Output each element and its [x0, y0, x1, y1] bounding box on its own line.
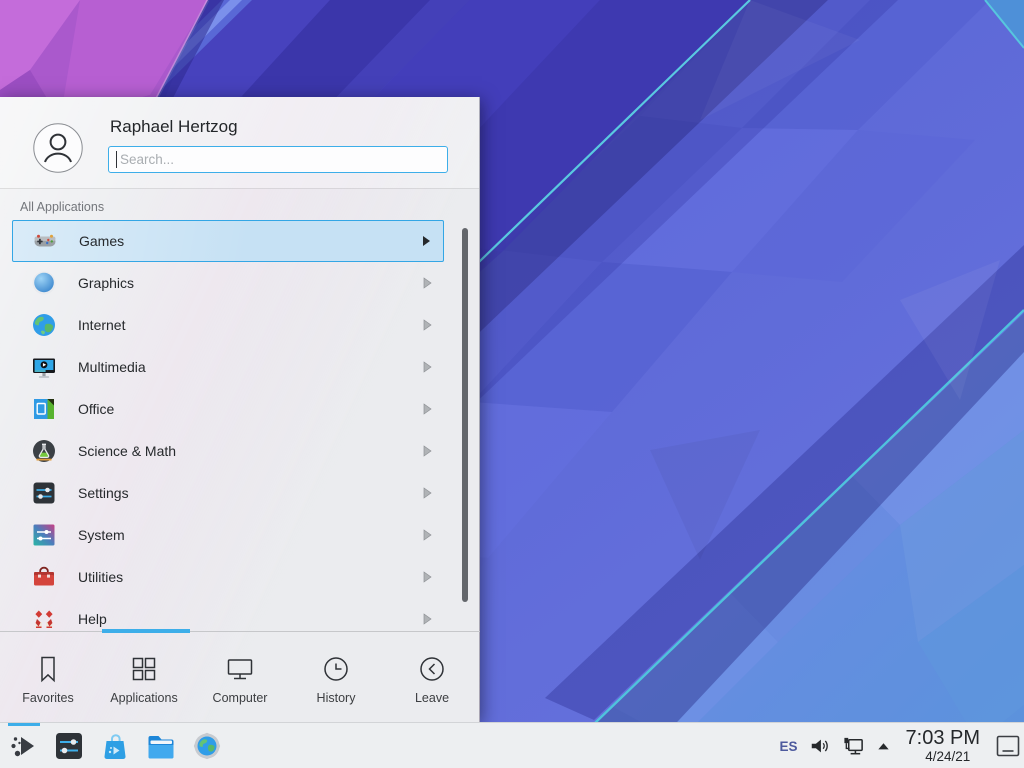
tab-label: Favorites — [22, 691, 73, 705]
tab-favorites[interactable]: Favorites — [0, 632, 96, 722]
category-help[interactable]: Help — [12, 598, 444, 632]
tab-label: Leave — [415, 691, 449, 705]
tab-applications[interactable]: Applications — [96, 632, 192, 722]
chevron-right-icon — [422, 277, 432, 289]
file-manager-icon[interactable] — [145, 730, 177, 762]
chevron-right-icon — [422, 529, 432, 541]
text-cursor — [116, 151, 117, 168]
category-games[interactable]: Games — [12, 220, 444, 262]
category-utilities[interactable]: Utilities — [12, 556, 444, 598]
category-label: System — [78, 527, 422, 543]
settings-sliders-icon — [30, 479, 58, 507]
list-scrollbar[interactable] — [462, 228, 468, 602]
bookmark-icon — [33, 654, 63, 684]
grid-icon — [129, 654, 159, 684]
tab-label: Applications — [110, 691, 177, 705]
discover-icon[interactable] — [99, 730, 131, 762]
leave-icon — [417, 654, 447, 684]
desktop: Raphael Hertzog All Applications — [0, 0, 1024, 768]
chevron-right-icon — [422, 319, 432, 331]
user-name: Raphael Hertzog — [110, 117, 238, 137]
system-sliders-icon — [30, 521, 58, 549]
category-graphics[interactable]: Graphics — [12, 262, 444, 304]
chevron-right-icon — [421, 235, 431, 247]
office-documents-icon — [30, 395, 58, 423]
tab-leave[interactable]: Leave — [384, 632, 480, 722]
tab-label: History — [317, 691, 356, 705]
globe-icon — [30, 311, 58, 339]
help-icon — [30, 605, 58, 632]
system-settings-icon[interactable] — [53, 730, 85, 762]
expand-tray-arrow-icon[interactable] — [876, 739, 891, 754]
category-label: Multimedia — [78, 359, 422, 375]
chevron-right-icon — [422, 487, 432, 499]
chevron-right-icon — [422, 613, 432, 625]
volume-icon[interactable] — [809, 735, 831, 757]
search-input[interactable] — [108, 146, 448, 173]
system-tray: ES 7:03 PM — [780, 723, 1022, 768]
category-settings[interactable]: Settings — [12, 472, 444, 514]
multimedia-monitor-icon — [30, 353, 58, 381]
konqueror-globe-icon[interactable] — [191, 730, 223, 762]
category-label: Games — [79, 233, 421, 249]
category-label: Science & Math — [78, 443, 422, 459]
chevron-right-icon — [422, 445, 432, 457]
network-icon[interactable] — [842, 735, 865, 758]
chevron-right-icon — [422, 403, 432, 415]
chevron-right-icon — [422, 361, 432, 373]
tab-history[interactable]: History — [288, 632, 384, 722]
category-science-math[interactable]: Science & Math — [12, 430, 444, 472]
category-list: Games Graphics — [0, 218, 480, 632]
category-label: Settings — [78, 485, 422, 501]
category-label: Utilities — [78, 569, 422, 585]
chevron-right-icon — [422, 571, 432, 583]
launcher-tab-bar: Favorites Applications Computer — [0, 631, 480, 722]
category-system[interactable]: System — [12, 514, 444, 556]
clock-date: 4/24/21 — [906, 750, 980, 764]
active-tab-indicator — [102, 629, 190, 633]
taskbar: ES 7:03 PM — [0, 722, 1024, 768]
section-label: All Applications — [20, 200, 104, 214]
graphics-sphere-icon — [30, 269, 58, 297]
category-multimedia[interactable]: Multimedia — [12, 346, 444, 388]
category-label: Graphics — [78, 275, 422, 291]
category-label: Internet — [78, 317, 422, 333]
category-office[interactable]: Office — [12, 388, 444, 430]
clock-time: 7:03 PM — [906, 728, 980, 748]
digital-clock[interactable]: 7:03 PM 4/24/21 — [906, 728, 980, 764]
category-label: Office — [78, 401, 422, 417]
active-task-indicator — [8, 723, 40, 726]
launcher-header: Raphael Hertzog — [0, 97, 479, 189]
gamepad-icon — [31, 227, 59, 255]
tab-computer[interactable]: Computer — [192, 632, 288, 722]
tab-label: Computer — [213, 691, 268, 705]
monitor-icon — [225, 654, 255, 684]
science-flask-icon — [30, 437, 58, 465]
category-internet[interactable]: Internet — [12, 304, 444, 346]
kde-kickoff-icon[interactable] — [8, 730, 40, 762]
utilities-toolbox-icon — [30, 563, 58, 591]
show-desktop-button[interactable] — [995, 733, 1021, 759]
keyboard-layout-indicator[interactable]: ES — [780, 739, 798, 754]
application-launcher-menu: Raphael Hertzog All Applications — [0, 97, 480, 722]
category-label: Help — [78, 611, 422, 627]
user-avatar[interactable] — [33, 123, 83, 173]
clock-icon — [321, 654, 351, 684]
